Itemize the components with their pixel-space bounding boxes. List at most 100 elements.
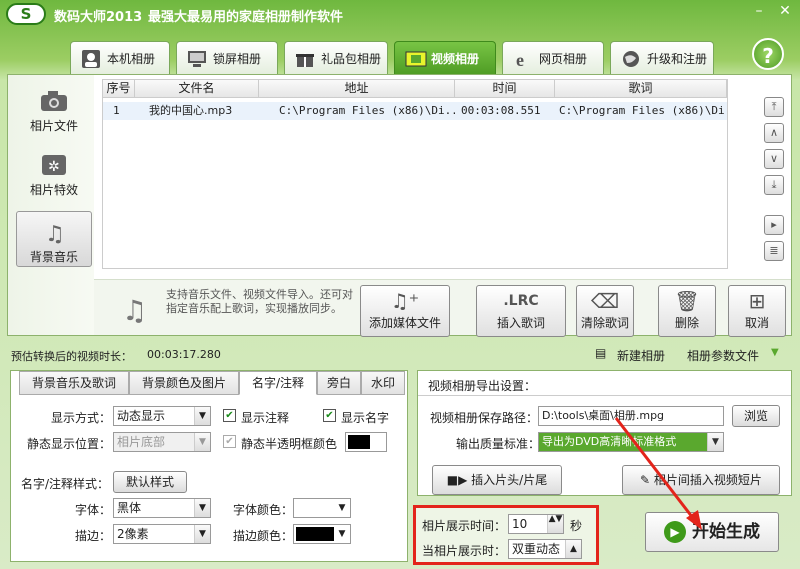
left-nav: 相片文件 ✲ 相片特效 ♫ 背景音乐: [8, 75, 94, 335]
camera-icon: [39, 89, 69, 113]
stroke-select[interactable]: 2像素 ▼: [113, 524, 211, 544]
action-strip: ♫ 支持音乐文件、视频文件导入。还可对指定音乐配上歌词，实现播放同步。 ♫⁺ 添…: [94, 279, 791, 337]
play-icon[interactable]: ▸: [764, 215, 784, 235]
table-cell: 00:03:08.551: [461, 104, 541, 117]
quality-label: 输出质量标准：: [456, 437, 541, 451]
app-window: S 数码大师2013 最强大最易用的家庭相册制作软件 – ✕ 本机相册 锁屏相册…: [0, 0, 800, 569]
column-header[interactable]: 歌词: [555, 80, 727, 98]
tab-bg-color-image[interactable]: 背景颜色及图片: [129, 371, 239, 395]
media-panel: 相片文件 ✲ 相片特效 ♫ 背景音乐 序号 文件名 地址 时间 歌词 1 我的中…: [7, 74, 792, 337]
table-cell: 1: [113, 104, 120, 117]
film-icon: [405, 49, 427, 69]
new-album-link[interactable]: 新建相册: [617, 347, 665, 364]
tab-label: 网页相册: [539, 52, 588, 66]
display-mode-select[interactable]: 动态显示 ▼: [113, 406, 211, 426]
lrc-icon: .LRC: [503, 293, 539, 309]
browse-button[interactable]: 浏览: [732, 405, 780, 427]
effects-icon: ✲: [39, 153, 69, 177]
default-style-button[interactable]: 默认样式: [113, 471, 187, 493]
move-top-icon[interactable]: ⤒: [764, 97, 784, 117]
font-color-picker[interactable]: ▼: [293, 498, 351, 518]
tab-web-album[interactable]: e 网页相册: [502, 41, 604, 75]
move-down-icon[interactable]: ∨: [764, 149, 784, 169]
app-title: 数码大师2013: [54, 10, 143, 25]
chevron-down-icon: ▼: [338, 503, 346, 513]
help-button[interactable]: ?: [752, 38, 784, 70]
video-camera-icon: ■▶: [446, 473, 472, 487]
add-media-button[interactable]: ♫⁺ 添加媒体文件: [360, 285, 450, 337]
nav-label: 背景音乐: [29, 250, 78, 264]
insert-lyrics-button[interactable]: .LRC 插入歌词: [476, 285, 566, 337]
static-position-select[interactable]: 相片底部 ▼: [113, 432, 211, 452]
tab-label: 本机相册: [107, 52, 156, 66]
nav-background-music[interactable]: ♫ 背景音乐: [16, 211, 92, 267]
album-params-link[interactable]: 相册参数文件: [687, 347, 759, 364]
static-position-label: 静态显示位置：: [27, 437, 112, 451]
table-cell: C:\Program Files (x86)\Di...: [559, 104, 727, 117]
font-label: 字体：: [75, 503, 112, 517]
column-header[interactable]: 地址: [259, 80, 455, 98]
chevron-down-icon[interactable]: ▼: [771, 347, 779, 358]
table-cell: 我的中国心.mp3: [149, 104, 233, 117]
tab-label: 升级和注册: [647, 52, 708, 66]
gift-icon: [295, 49, 315, 69]
column-header[interactable]: 序号: [103, 80, 135, 98]
eraser-icon: ⌫: [590, 289, 620, 313]
music-table: 序号 文件名 地址 时间 歌词 1 我的中国心.mp3 C:\Program F…: [102, 79, 728, 269]
insert-header-button[interactable]: ■▶ 插入片头/片尾: [432, 465, 562, 495]
column-header[interactable]: 时间: [455, 80, 555, 98]
music-note-icon: ♫: [120, 290, 150, 327]
add-music-icon: ♫⁺: [390, 289, 420, 313]
app-logo: S: [6, 3, 46, 25]
doc-icon: ▤: [595, 346, 607, 360]
spinner-icon[interactable]: ▲▼: [547, 515, 563, 533]
timing-highlight: 相片展示时间： 10 ▲▼ 秒 当相片展示时： 双重动态 ▲: [413, 505, 599, 565]
globe-icon: [621, 49, 641, 69]
document-icon[interactable]: ≣: [764, 241, 784, 261]
move-up-icon[interactable]: ∧: [764, 123, 784, 143]
table-cell: C:\Program Files (x86)\Di...: [279, 104, 455, 117]
tab-name-caption[interactable]: 名字/注释: [239, 371, 317, 395]
tab-lockscreen-album[interactable]: 锁屏相册: [176, 41, 278, 75]
save-path-label: 视频相册保存路径：: [430, 411, 539, 425]
show-note-checkbox[interactable]: ✔: [223, 409, 236, 422]
frame-color-picker[interactable]: [345, 432, 387, 452]
annotation-arrow: [614, 417, 702, 530]
caption-settings-panel: 背景音乐及歌词 背景颜色及图片 名字/注释 旁白 水印 显示方式： 动态显示 ▼ …: [10, 370, 408, 562]
tab-watermark[interactable]: 水印: [361, 371, 405, 395]
delete-button[interactable]: 🗑 删除: [658, 285, 716, 337]
show-name-checkbox[interactable]: ✔: [323, 409, 336, 422]
person-frame-icon: [81, 49, 101, 69]
tab-music-lyrics[interactable]: 背景音乐及歌词: [19, 371, 129, 395]
minimize-icon[interactable]: –: [748, 2, 770, 22]
font-select[interactable]: 黑体 ▼: [113, 498, 211, 518]
stroke-color-picker[interactable]: ▼: [293, 524, 351, 544]
semi-frame-checkbox[interactable]: ✔: [223, 435, 236, 448]
move-bottom-icon[interactable]: ⤓: [764, 175, 784, 195]
import-hint: 支持音乐文件、视频文件导入。还可对指定音乐配上歌词，实现播放同步。: [166, 288, 353, 315]
tab-local-album[interactable]: 本机相册: [70, 41, 170, 75]
estimate-value: 00:03:17.280: [147, 348, 221, 361]
tab-label: 锁屏相册: [213, 52, 262, 66]
music-note-icon: ♫: [39, 220, 69, 247]
divider: [418, 395, 791, 396]
style-label: 名字/注释样式：: [21, 477, 110, 491]
cancel-button[interactable]: ⊞ 取消: [728, 285, 786, 337]
tab-gift-album[interactable]: 礼品包相册: [284, 41, 388, 75]
tab-narration[interactable]: 旁白: [317, 371, 361, 395]
font-color-label: 字体颜色：: [233, 503, 294, 517]
tab-video-album[interactable]: 视频相册: [394, 41, 496, 75]
nav-photo-files[interactable]: 相片文件: [16, 81, 92, 137]
estimate-label: 预估转换后的视频时长：: [11, 350, 132, 363]
clear-lyrics-button[interactable]: ⌫ 清除歌词: [576, 285, 634, 337]
svg-text:♫: ♫: [45, 222, 65, 244]
tab-upgrade-register[interactable]: 升级和注册: [610, 41, 714, 75]
duration-input[interactable]: 10 ▲▼: [508, 514, 564, 534]
chevron-down-icon: ▼: [194, 525, 210, 543]
close-icon[interactable]: ✕: [774, 2, 796, 22]
column-header[interactable]: 文件名: [135, 80, 259, 98]
effect-select[interactable]: 双重动态 ▲: [508, 539, 582, 559]
ie-icon: e: [513, 49, 533, 70]
nav-photo-effects[interactable]: ✲ 相片特效: [16, 145, 92, 201]
display-mode-label: 显示方式：: [51, 411, 112, 425]
